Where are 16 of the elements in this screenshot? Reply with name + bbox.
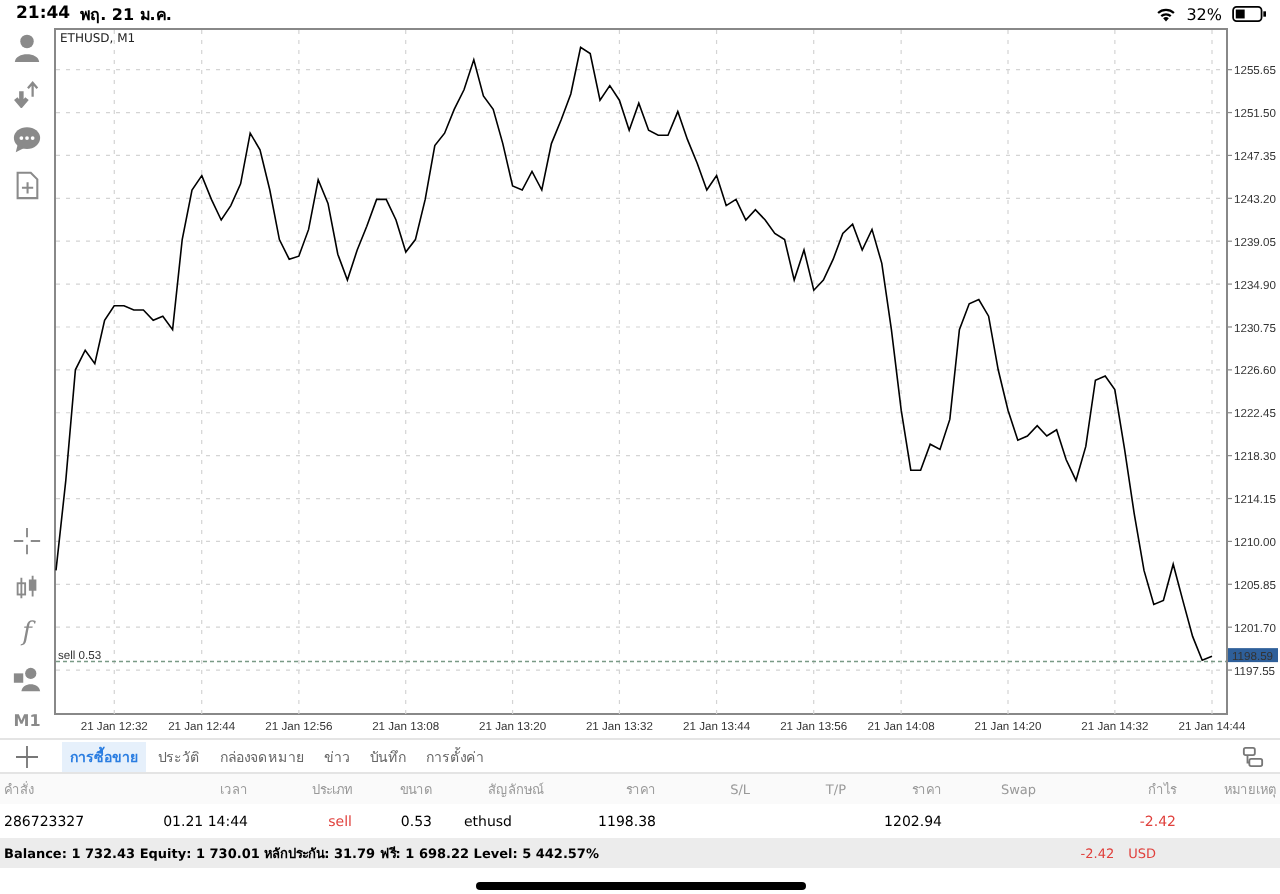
people-icon[interactable] bbox=[12, 664, 42, 694]
document-plus-icon[interactable] bbox=[12, 170, 42, 200]
layout-icon[interactable] bbox=[1242, 745, 1264, 767]
wifi-icon bbox=[1156, 6, 1177, 22]
timeframe-button[interactable]: M1 bbox=[13, 710, 41, 734]
battery-icon bbox=[1232, 6, 1268, 22]
function-icon[interactable]: f bbox=[22, 618, 32, 648]
crosshair-icon[interactable] bbox=[12, 526, 42, 556]
arrows-icon[interactable] bbox=[12, 78, 42, 108]
add-icon[interactable] bbox=[16, 745, 38, 767]
person-icon[interactable] bbox=[12, 32, 42, 62]
clock-time: 21:44 bbox=[16, 4, 71, 24]
status-date: พฤ. 21 ม.ค. bbox=[80, 3, 172, 27]
candlestick-icon[interactable] bbox=[12, 572, 42, 602]
chat-icon[interactable] bbox=[12, 124, 42, 154]
battery-percent: 32% bbox=[1186, 5, 1222, 23]
